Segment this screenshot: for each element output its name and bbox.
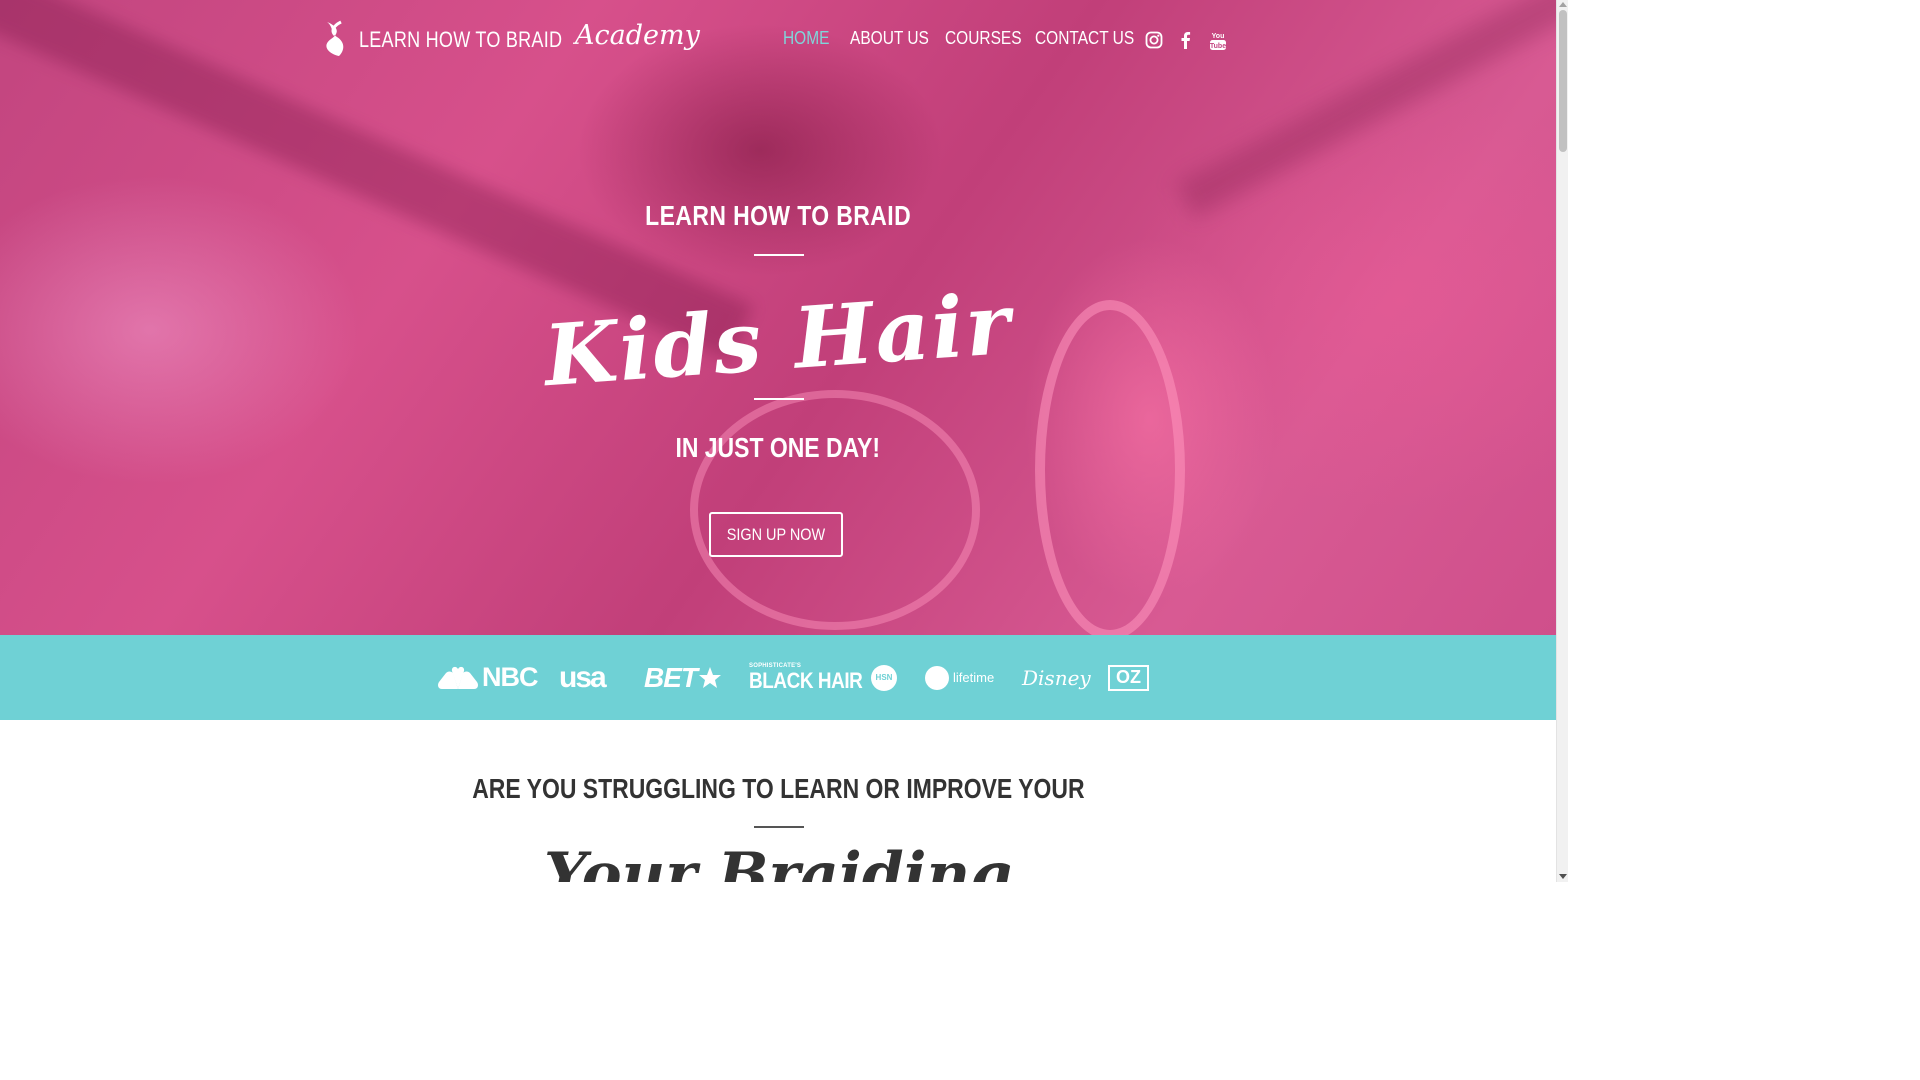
nbc-logo: NBC [436, 635, 538, 720]
section-script-heading: Your Braiding [543, 840, 1013, 882]
hsn-logo: HSN [871, 635, 897, 720]
nav-contact[interactable]: CONTACT US [1035, 28, 1134, 49]
facebook-icon[interactable] [1177, 31, 1195, 51]
sign-up-button[interactable]: SIGN UP NOW [709, 512, 843, 557]
main-nav: HOME ABOUT US COURSES CONTACT US [783, 28, 1146, 49]
nav-about[interactable]: ABOUT US [850, 28, 929, 49]
section-divider [754, 826, 804, 828]
svg-text:You: You [1212, 33, 1225, 40]
instagram-icon[interactable] [1145, 31, 1163, 51]
youtube-icon[interactable]: You Tube [1209, 31, 1227, 51]
hero-subtitle: LEARN HOW TO BRAID [645, 200, 911, 231]
bet-logo: BET [644, 635, 722, 720]
hero-section: LEARN HOW TO BRAID Academy HOME ABOUT US… [0, 0, 1556, 635]
nav-courses[interactable]: COURSES [945, 28, 1022, 49]
scrollbar-thumb[interactable] [1559, 10, 1567, 152]
scroll-up-arrow-icon[interactable] [1559, 2, 1567, 7]
hero-background-hoop [690, 390, 980, 630]
brand-name: LEARN HOW TO BRAID [359, 27, 563, 52]
lifetime-mark-icon [925, 665, 949, 690]
social-links: You Tube [1145, 31, 1241, 51]
oz-logo: OZ [1108, 635, 1149, 720]
usa-logo: USA [559, 660, 607, 694]
hero-tagline: IN JUST ONE DAY! [675, 432, 881, 463]
page-viewport: LEARN HOW TO BRAID Academy HOME ABOUT US… [0, 0, 1556, 882]
svg-text:Tube: Tube [1210, 43, 1226, 50]
black-hair-logo: SOPHISTICATE'S BLACK HAIR [749, 663, 863, 693]
brand-script: Academy [575, 20, 700, 51]
featured-in-strip: NBC USA BET SOPHISTICATE'S BLACK HAIR HS… [0, 635, 1556, 720]
scroll-down-arrow-icon[interactable] [1559, 874, 1567, 879]
lifetime-logo: lifetime [925, 635, 994, 720]
hero-divider-bottom [754, 398, 804, 400]
section-question: ARE YOU STRUGGLING TO LEARN OR IMPROVE Y… [471, 773, 1085, 804]
vertical-scrollbar[interactable] [1556, 0, 1568, 882]
nav-home[interactable]: HOME [783, 28, 829, 49]
disney-logo: Disney [1022, 665, 1091, 690]
braid-logo-icon [323, 20, 347, 58]
hero-divider-top [754, 254, 804, 256]
site-logo[interactable]: LEARN HOW TO BRAID Academy [323, 20, 700, 58]
